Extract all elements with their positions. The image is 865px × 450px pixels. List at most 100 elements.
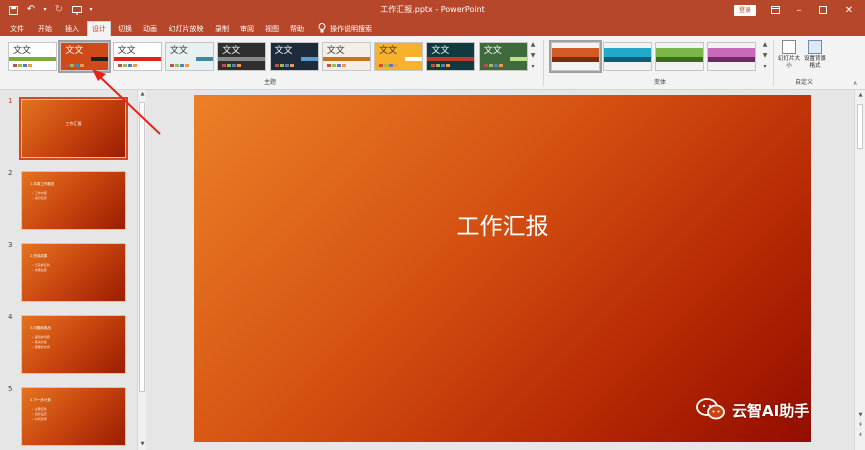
scroll-down-icon[interactable]: ▼ <box>855 412 865 418</box>
theme-color-dots <box>431 64 451 67</box>
slide-thumbnail-bullet: • 遇到的问题 <box>32 335 50 339</box>
slide-title[interactable]: 工作汇报 <box>194 213 811 241</box>
theme-option[interactable]: 文文 <box>164 42 214 71</box>
login-button[interactable]: 登录 <box>734 5 756 16</box>
previous-slide-icon[interactable]: ⇞ <box>855 422 865 428</box>
variants-group-label: 变体 <box>653 79 666 86</box>
next-slide-icon[interactable]: ⇟ <box>855 432 865 438</box>
format-background-button[interactable]: 设置背景格式 <box>802 40 828 78</box>
tab-view[interactable]: 视图 <box>261 22 283 36</box>
thumbnail-scrollbar[interactable]: ▲ ▼ <box>137 90 146 450</box>
theme-option[interactable]: 文文 <box>8 42 57 71</box>
variants-down-icon[interactable]: ▼ <box>760 51 770 61</box>
theme-option[interactable]: 文文 <box>58 40 112 73</box>
slide-thumbnail-title: 4.下一步计划 <box>30 398 51 402</box>
theme-accent-bar <box>427 57 475 61</box>
undo-icon[interactable]: ↶ <box>24 3 38 17</box>
gallery-down-icon[interactable]: ▼ <box>528 51 538 61</box>
tab-review[interactable]: 审阅 <box>236 22 258 36</box>
format-background-label: 设置背景格式 <box>803 56 826 69</box>
theme-option[interactable]: 文文 <box>112 42 162 71</box>
quick-access-toolbar: ↶ ▾ ↻ ▾ <box>6 2 94 18</box>
close-icon[interactable]: ✕ <box>840 2 858 18</box>
variant-accent-band <box>656 57 703 62</box>
theme-option[interactable]: 文文 <box>321 42 371 71</box>
slide-thumbnail-pane: 1 工作汇报 2 1.本周工作概述 • 工作内容 • 进行任务 3 2.完成成果 • 已完成任务… <box>0 90 148 450</box>
chevron-down-icon[interactable]: ▾ <box>88 3 94 17</box>
watermark: 云智AI助手 <box>696 398 809 424</box>
tab-slideshow[interactable]: 幻灯片放映 <box>164 22 208 36</box>
gallery-up-icon[interactable]: ▲ <box>528 40 538 50</box>
theme-option[interactable]: 文文 <box>426 42 476 71</box>
variant-option[interactable] <box>655 42 704 71</box>
slide-thumbnail-bullet: • 主要任务 <box>32 407 47 411</box>
save-icon[interactable] <box>6 3 20 17</box>
start-presentation-icon[interactable] <box>70 3 84 17</box>
tab-help[interactable]: 帮助 <box>286 22 308 36</box>
theme-accent-bar <box>218 57 266 61</box>
variant-band <box>656 48 703 57</box>
slide-thumbnail-title: 3.问题和挑战 <box>30 326 51 330</box>
slide-thumbnail-bullet: • 目标设定 <box>32 412 47 416</box>
maximize-icon[interactable] <box>814 2 832 18</box>
theme-sample-text: 文文 <box>117 46 136 56</box>
lightbulb-icon <box>318 23 326 35</box>
theme-option[interactable]: 文文 <box>217 42 267 71</box>
slide-thumbnail[interactable]: 3.问题和挑战 • 遇到的问题 • 解决方案 • 需要的支持 <box>21 315 126 374</box>
group-separator <box>543 40 544 86</box>
tell-me-search[interactable]: 操作说明搜索 <box>318 22 372 36</box>
slide-number: 4 <box>8 313 13 321</box>
slide-thumbnail-title: 工作汇报 <box>65 121 82 126</box>
variants-more-icon[interactable]: ▾ <box>760 62 770 72</box>
theme-accent-bar <box>113 57 161 61</box>
variant-option[interactable] <box>603 42 652 71</box>
thumbnail-scroll-thumb[interactable] <box>139 102 145 392</box>
slide-thumbnail[interactable]: 4.下一步计划 • 主要任务 • 目标设定 • 时间安排 <box>21 387 126 446</box>
gallery-more-icon[interactable]: ▾ <box>528 62 538 72</box>
slide-thumbnail-bullet: • 需要的支持 <box>32 345 50 349</box>
scroll-down-icon[interactable]: ▼ <box>138 441 147 447</box>
tab-home[interactable]: 开始 <box>33 22 57 36</box>
variant-option[interactable] <box>549 40 602 73</box>
slide-size-button[interactable]: 幻灯片大小 <box>777 40 801 78</box>
variant-accent-band <box>552 57 599 62</box>
slide-thumbnail[interactable]: 工作汇报 <box>19 97 128 160</box>
slide-thumbnail[interactable]: 1.本周工作概述 • 工作内容 • 进行任务 <box>21 171 126 230</box>
scroll-up-icon[interactable]: ▲ <box>138 91 147 97</box>
slide-number: 2 <box>8 169 13 177</box>
theme-color-dots <box>326 64 346 67</box>
tab-record[interactable]: 录制 <box>211 22 233 36</box>
slide-number: 3 <box>8 241 13 249</box>
theme-option[interactable]: 文文 <box>374 42 424 71</box>
variants-up-icon[interactable]: ▲ <box>760 40 770 50</box>
watermark-text: 云智AI助手 <box>732 402 810 420</box>
theme-sample-text: 文文 <box>483 46 502 56</box>
editor-scrollbar[interactable]: ▲ ▼ ⇞ ⇟ <box>854 90 865 450</box>
variant-option[interactable] <box>707 42 756 71</box>
theme-color-dots <box>222 64 242 67</box>
theme-color-dots <box>274 64 294 67</box>
tab-design[interactable]: 设计 <box>87 21 111 36</box>
ribbon-display-icon[interactable] <box>766 2 784 18</box>
scroll-up-icon[interactable]: ▲ <box>855 92 865 98</box>
themes-group-label: 主题 <box>263 79 276 86</box>
theme-accent-bar <box>300 57 318 61</box>
variant-accent-band <box>604 57 651 62</box>
customize-qat-icon[interactable]: ▾ <box>42 3 48 17</box>
slide-thumbnail[interactable]: 2.完成成果 • 已完成任务 • 成果总结 <box>21 243 126 302</box>
theme-accent-bar <box>322 57 370 61</box>
tab-insert[interactable]: 插入 <box>60 22 84 36</box>
tab-animations[interactable]: 动画 <box>139 22 161 36</box>
theme-option[interactable]: 文文 <box>269 42 319 71</box>
main-slide[interactable]: 工作汇报 <box>194 95 811 442</box>
slide-thumbnail-title: 1.本周工作概述 <box>30 182 55 186</box>
theme-sample-text: 文文 <box>326 46 345 56</box>
minimize-icon[interactable]: – <box>790 2 808 18</box>
collapse-ribbon-icon[interactable]: ∧ <box>853 80 857 87</box>
tab-file[interactable]: 文件 <box>5 22 29 36</box>
redo-icon[interactable]: ↻ <box>52 3 66 17</box>
theme-color-dots <box>117 64 137 67</box>
theme-option[interactable]: 文文 <box>478 42 528 71</box>
editor-scroll-thumb[interactable] <box>857 104 863 149</box>
tab-transitions[interactable]: 切换 <box>114 22 136 36</box>
